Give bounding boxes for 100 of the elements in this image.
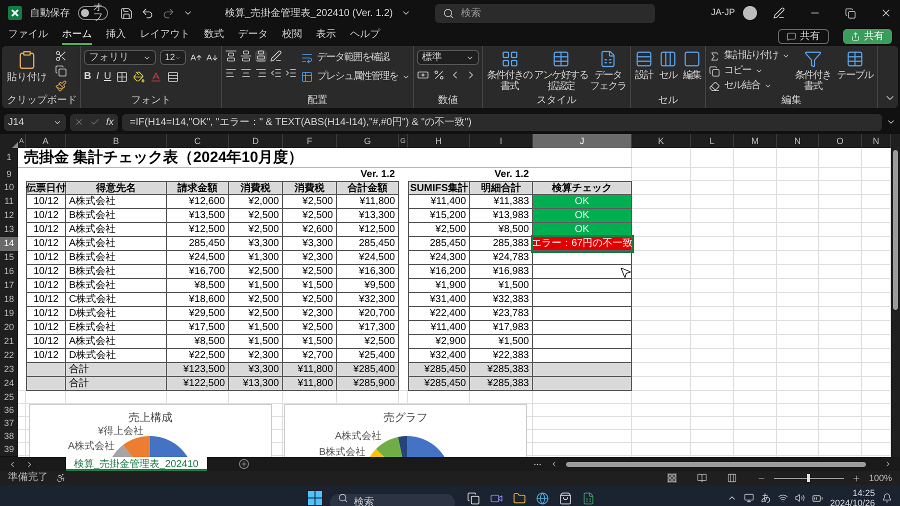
avatar-icon[interactable] — [743, 6, 757, 20]
row-header[interactable]: 39 — [0, 443, 18, 456]
undo-icon[interactable] — [141, 6, 154, 20]
formula-field[interactable]: =IF(H14=I14,"OK", "エラー：" & TEXT(ABS(H14-I14),"#,#0円") & "の不一致") — [122, 114, 882, 130]
italic-button[interactable]: I — [96, 69, 100, 84]
align-right-icon[interactable] — [255, 67, 267, 79]
ribbon-tab[interactable]: データ — [238, 27, 268, 45]
ribbon-tab[interactable]: 表示 — [316, 27, 336, 45]
accessibility-icon[interactable] — [56, 473, 66, 483]
row-header[interactable]: 18 — [0, 293, 18, 307]
editing-button[interactable]: テーブル — [836, 50, 874, 92]
scroll-left-icon[interactable] — [550, 460, 558, 468]
ribbon-tab[interactable]: ファイル — [8, 27, 48, 45]
next-sheet-icon[interactable] — [25, 460, 34, 468]
wifi-icon[interactable] — [778, 493, 788, 503]
spreadsheet-app-icon[interactable] — [582, 492, 595, 504]
insert-function-button[interactable]: fx — [106, 114, 114, 130]
page-layout-icon[interactable] — [696, 473, 707, 483]
vertical-scrollbar-thumb[interactable] — [893, 150, 898, 310]
row-header[interactable]: 22 — [0, 349, 18, 363]
row-header[interactable]: 36 — [0, 404, 18, 417]
editing-button[interactable]: 条件付き 書式 — [794, 50, 832, 92]
add-sheet-icon[interactable] — [238, 459, 248, 469]
increase-indent-icon[interactable] — [285, 67, 297, 79]
row-header[interactable]: 19 — [0, 307, 18, 321]
borders-icon[interactable] — [116, 70, 128, 82]
merge-button[interactable]: プレシュ属性管理を — [301, 69, 410, 84]
row-header[interactable]: 21 — [0, 335, 18, 349]
pen-icon[interactable] — [773, 7, 785, 19]
row-header[interactable]: 25 — [0, 391, 18, 404]
previous-sheet-icon[interactable] — [8, 460, 17, 468]
display-icon[interactable] — [744, 493, 754, 503]
restore-icon[interactable] — [845, 8, 856, 18]
row-header[interactable]: 20 — [0, 321, 18, 335]
cut-icon[interactable] — [55, 50, 67, 62]
sheet-tab[interactable]: 検算_売掛金管理表_202410 — [66, 457, 206, 471]
row-header[interactable]: 15 — [0, 251, 18, 265]
ribbon-tab[interactable]: 挿入 — [106, 27, 126, 45]
cell-button[interactable]: 編集 — [682, 50, 702, 81]
name-box[interactable]: J14 — [4, 114, 66, 130]
bold-button[interactable]: B — [84, 69, 92, 84]
row-header[interactable]: 10 — [0, 181, 18, 195]
row-header[interactable]: 1 — [0, 148, 18, 168]
redo-icon[interactable] — [162, 6, 175, 20]
search-field[interactable]: 検索 — [434, 4, 655, 22]
format-painter-icon[interactable] — [55, 80, 67, 92]
browser-icon[interactable] — [536, 492, 549, 504]
zoom-in-icon[interactable] — [852, 474, 861, 482]
row-header[interactable]: 24 — [0, 377, 18, 391]
align-left-icon[interactable] — [225, 67, 237, 79]
align-center-icon[interactable] — [240, 67, 252, 79]
cell-button[interactable]: 設計 — [634, 50, 654, 81]
underline-button[interactable]: U — [104, 69, 112, 84]
editing-menu-button[interactable]: セル結合 — [709, 80, 790, 92]
number-format-select[interactable]: 標準 — [417, 50, 479, 65]
ribbon-tab[interactable]: ヘルプ — [350, 27, 380, 45]
align-bottom-icon[interactable] — [255, 50, 267, 62]
fill-color-icon[interactable] — [133, 70, 146, 82]
zoom-slider[interactable] — [774, 474, 844, 482]
row-header[interactable]: 11 — [0, 195, 18, 209]
start-icon[interactable] — [308, 491, 322, 505]
row-header[interactable]: 23 — [0, 363, 18, 377]
row-header[interactable]: 14 — [0, 237, 18, 251]
chart-card[interactable]: 売グラフ A株式会社 B株式会社 — [284, 404, 527, 457]
row-header[interactable]: 13 — [0, 223, 18, 237]
currency-icon[interactable] — [417, 69, 429, 81]
shrink-font-icon[interactable] — [206, 52, 218, 64]
enter-icon[interactable] — [90, 117, 100, 127]
font-name-select[interactable]: フォリリ — [84, 50, 156, 65]
notification-icon[interactable] — [882, 493, 892, 503]
style-button[interactable]: アンケ好する 拡認定 — [533, 50, 589, 92]
folder-icon[interactable] — [513, 492, 526, 504]
editing-menu-button[interactable]: コピー — [709, 65, 790, 77]
zoom-slider-thumb[interactable] — [807, 474, 810, 482]
horizontal-scrollbar-thumb[interactable] — [566, 462, 866, 466]
ribbon-tab[interactable]: 校閲 — [282, 27, 302, 45]
paste-button[interactable]: 貼り付け — [7, 50, 47, 85]
ribbon-tab[interactable]: 数式 — [204, 27, 224, 45]
font-size-select[interactable]: 12 — [160, 50, 186, 65]
save-icon[interactable] — [120, 6, 133, 20]
style-button[interactable]: データ フェクラ — [589, 50, 627, 92]
editing-menu-button[interactable]: 集計貼り付け — [709, 50, 790, 62]
grow-font-icon[interactable] — [190, 52, 202, 64]
task-view-icon[interactable] — [467, 492, 480, 504]
row-header[interactable]: 12 — [0, 209, 18, 223]
volume-icon[interactable] — [794, 493, 805, 503]
cancel-icon[interactable] — [74, 117, 84, 127]
cell-button[interactable]: セル — [658, 50, 678, 81]
row-header[interactable]: 9 — [0, 168, 18, 181]
input-method-indicator[interactable]: あ — [760, 490, 771, 506]
style-button[interactable]: 条件付きの 書式 — [486, 50, 533, 92]
percent-icon[interactable] — [433, 69, 445, 81]
battery-icon[interactable] — [812, 492, 823, 504]
font-color-icon[interactable] — [150, 70, 162, 82]
spacing-icon[interactable] — [167, 70, 180, 82]
row-header[interactable]: 17 — [0, 279, 18, 293]
decrease-indent-icon[interactable] — [270, 67, 282, 79]
close-icon[interactable] — [880, 7, 892, 19]
chart-card[interactable]: 売上構成 ¥得上会社 A株式会社 — [29, 404, 272, 457]
page-break-icon[interactable] — [726, 473, 737, 483]
